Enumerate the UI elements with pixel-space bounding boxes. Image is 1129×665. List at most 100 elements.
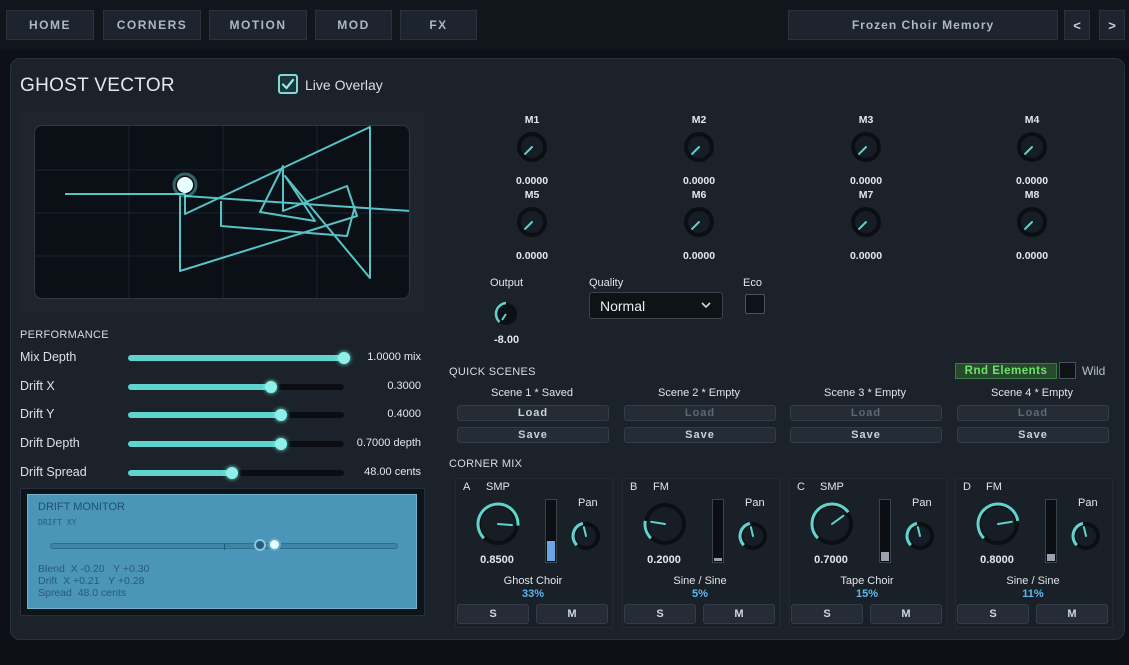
- drift-spread-slider[interactable]: [128, 467, 344, 479]
- macro-m6-knob[interactable]: [682, 205, 716, 244]
- macro-m4-value: 0.0000: [1015, 175, 1049, 187]
- macro-m6-knob-icon: [684, 207, 714, 237]
- scene-4-save-button[interactable]: Save: [957, 427, 1109, 443]
- macro-m8-knob[interactable]: [1015, 205, 1049, 244]
- random-elements-button[interactable]: Rnd Elements: [955, 363, 1057, 379]
- macro-m7-knob[interactable]: [849, 205, 883, 244]
- preset-name-display[interactable]: Frozen Choir Memory: [788, 10, 1058, 40]
- corner-d-value: 0.8000: [980, 554, 1014, 566]
- corner-c-pan-knob[interactable]: [904, 520, 936, 557]
- corner-d-level-fill: [1047, 554, 1055, 561]
- corner-d-solo-button[interactable]: S: [957, 604, 1029, 624]
- drift-spread-thumb[interactable]: [225, 467, 238, 479]
- prev-preset-button[interactable]: <: [1064, 10, 1090, 40]
- macro-m1-value: 0.0000: [515, 175, 549, 187]
- corner-b-source-name: Sine / Sine: [673, 575, 727, 587]
- corner-d-mute-button[interactable]: M: [1036, 604, 1108, 624]
- scene-3-save-button[interactable]: Save: [790, 427, 942, 443]
- performance-section-label: PERFORMANCE: [20, 329, 109, 341]
- drift-y-slider[interactable]: [128, 409, 344, 421]
- tab-mod[interactable]: MOD: [315, 10, 392, 40]
- macro-m6-value: 0.0000: [682, 250, 716, 262]
- vector-scope[interactable]: [34, 125, 410, 299]
- scene-2-load-button[interactable]: Load: [624, 405, 776, 421]
- macro-m8-label: M8: [1024, 189, 1040, 201]
- drift-depth-label: Drift Depth: [20, 436, 80, 450]
- macro-m1-knob[interactable]: [515, 130, 549, 169]
- corner-d-level-meter: [1045, 499, 1057, 563]
- macro-m3-knob[interactable]: [849, 130, 883, 169]
- output-knob[interactable]: [493, 301, 519, 332]
- scene-3-load-button[interactable]: Load: [790, 405, 942, 421]
- wild-checkbox[interactable]: [1059, 362, 1076, 379]
- macro-m4-knob[interactable]: [1015, 130, 1049, 169]
- scene-2-title: Scene 2 * Empty: [658, 387, 740, 399]
- macro-m7-value: 0.0000: [849, 250, 883, 262]
- macro-m4-knob-icon: [1017, 132, 1047, 162]
- live-overlay-checkbox[interactable]: [278, 74, 298, 94]
- drift-position-marker: [254, 539, 266, 551]
- corner-b-solo-button[interactable]: S: [624, 604, 696, 624]
- corner-a-type: SMP: [486, 481, 510, 493]
- corner-b-pan-knob[interactable]: [737, 520, 769, 557]
- macro-m2-knob[interactable]: [682, 130, 716, 169]
- eco-checkbox[interactable]: [745, 294, 765, 314]
- corner-c-solo-button[interactable]: S: [791, 604, 863, 624]
- corner-a-mute-button[interactable]: M: [536, 604, 608, 624]
- corner-a-source-name: Ghost Choir: [503, 575, 563, 587]
- macro-m2-knob-icon: [684, 132, 714, 162]
- drift-x-fill: [128, 384, 271, 390]
- drift-depth-thumb[interactable]: [275, 438, 288, 450]
- tab-corners[interactable]: CORNERS: [103, 10, 201, 40]
- drift-spread-label: Drift Spread: [20, 465, 87, 479]
- scene-1-load-button[interactable]: Load: [457, 405, 609, 421]
- drift-depth-slider[interactable]: [128, 438, 344, 450]
- drift-x-label: Drift X: [20, 379, 55, 393]
- corner-c-mute-button[interactable]: M: [870, 604, 942, 624]
- corner-a-gain-knob[interactable]: [475, 501, 521, 552]
- corner-mix-section-label: CORNER MIX: [449, 458, 523, 470]
- quality-select[interactable]: Normal: [589, 292, 723, 319]
- scene-2-save-button[interactable]: Save: [624, 427, 776, 443]
- drift-depth-fill: [128, 441, 282, 447]
- corner-b-type: FM: [653, 481, 669, 493]
- quick-scenes-section-label: QUICK SCENES: [449, 366, 536, 378]
- corner-d-pan-knob[interactable]: [1070, 520, 1102, 557]
- scene-1-save-button[interactable]: Save: [457, 427, 609, 443]
- tab-fx[interactable]: FX: [400, 10, 477, 40]
- next-preset-button[interactable]: >: [1099, 10, 1125, 40]
- mix-depth-slider[interactable]: [128, 352, 350, 364]
- output-knob-icon: [494, 301, 517, 325]
- blend-position-marker: [268, 538, 281, 551]
- macro-m3-knob-icon: [851, 132, 881, 162]
- corner-d-pan-knob-icon: [1071, 521, 1100, 550]
- checkmark-icon: [281, 78, 295, 90]
- corner-a-pan-label: Pan: [578, 497, 598, 509]
- drift-spread-slider-row: Drift Spread 48.00 cents: [20, 462, 425, 484]
- macro-m1-label: M1: [524, 114, 540, 126]
- drift-x-thumb[interactable]: [264, 381, 277, 393]
- top-bar: HOME CORNERS MOTION MOD FX Frozen Choir …: [0, 0, 1129, 50]
- corner-b-gain-knob[interactable]: [642, 501, 688, 552]
- corner-b-mute-button[interactable]: M: [703, 604, 775, 624]
- mix-depth-slider-row: Mix Depth 1.0000 mix: [20, 347, 425, 369]
- scope-trace-graphic: [35, 126, 409, 298]
- scene-4-load-button[interactable]: Load: [957, 405, 1109, 421]
- drift-y-thumb[interactable]: [275, 409, 288, 421]
- quality-value: Normal: [600, 298, 646, 314]
- plugin-title: GHOST VECTOR: [20, 75, 175, 96]
- macro-m5-knob[interactable]: [515, 205, 549, 244]
- tab-home[interactable]: HOME: [6, 10, 94, 40]
- corner-c-gain-knob[interactable]: [809, 501, 855, 552]
- mix-depth-thumb[interactable]: [338, 352, 350, 364]
- corner-a-pan-knob[interactable]: [570, 520, 602, 557]
- corner-c-source-name: Tape Choir: [840, 575, 894, 587]
- corner-a-solo-button[interactable]: S: [457, 604, 529, 624]
- corner-d-gain-knob[interactable]: [975, 501, 1021, 552]
- wild-label: Wild: [1082, 364, 1106, 378]
- drift-x-slider[interactable]: [128, 381, 344, 393]
- tab-motion[interactable]: MOTION: [209, 10, 307, 40]
- macro-m5-label: M5: [524, 189, 540, 201]
- macro-m8-knob-icon: [1017, 207, 1047, 237]
- corner-a-percent: 33%: [521, 588, 545, 600]
